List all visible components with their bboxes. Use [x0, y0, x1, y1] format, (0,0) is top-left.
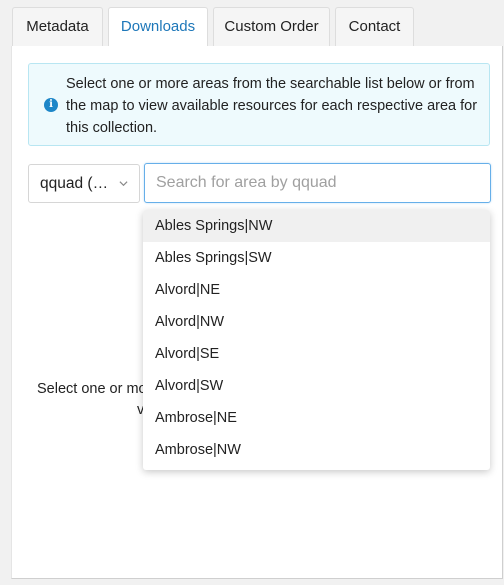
no-selection-message-line1: Select one or mo: [37, 381, 147, 397]
dropdown-option[interactable]: Alvord|NW: [143, 306, 490, 338]
tab-downloads[interactable]: Downloads: [108, 7, 208, 47]
dropdown-option[interactable]: Alvord|NE: [143, 274, 490, 306]
dropdown-option[interactable]: Alvord|SW: [143, 370, 490, 402]
tab-contact[interactable]: Contact: [335, 7, 414, 46]
area-search-input[interactable]: [144, 163, 491, 203]
dropdown-option[interactable]: Ables Springs|NW: [143, 210, 490, 242]
app-frame: Metadata Downloads Custom Order Contact …: [0, 0, 504, 585]
area-search-dropdown: Ables Springs|NW Ables Springs|SW Alvord…: [143, 210, 490, 470]
tab-custom-order[interactable]: Custom Order: [213, 7, 330, 46]
area-type-select[interactable]: qquad (…: [28, 164, 140, 203]
chevron-down-icon: [119, 181, 128, 187]
info-icon: i: [44, 98, 58, 112]
tab-bar: Metadata Downloads Custom Order Contact: [12, 7, 419, 47]
dropdown-option[interactable]: Ambrose|NE: [143, 402, 490, 434]
dropdown-option[interactable]: Alvord|SE: [143, 338, 490, 370]
tab-metadata[interactable]: Metadata: [12, 7, 103, 46]
info-alert-text: Select one or more areas from the search…: [66, 76, 478, 136]
info-alert: i Select one or more areas from the sear…: [28, 63, 490, 146]
area-type-select-value: qquad (…: [40, 175, 109, 192]
dropdown-option[interactable]: Ables Springs|SW: [143, 242, 490, 274]
dropdown-option[interactable]: Ambrose|NW: [143, 434, 490, 466]
